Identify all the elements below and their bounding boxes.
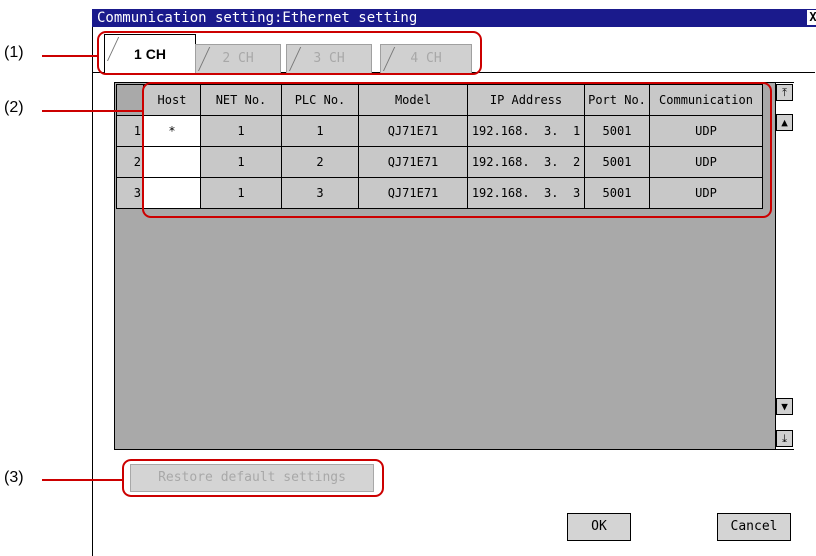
up-arrow-icon[interactable]: ▲	[776, 114, 793, 131]
callout-3-leader	[42, 479, 122, 481]
close-icon[interactable]: X	[807, 10, 816, 25]
callout-2-label: (2)	[4, 99, 24, 116]
cancel-button[interactable]: Cancel	[717, 513, 791, 541]
vertical-scrollbar[interactable]	[775, 83, 795, 449]
window-title: Communication setting:Ethernet setting	[97, 10, 418, 26]
callout-1-label: (1)	[4, 44, 24, 61]
callout-3-label: (3)	[4, 469, 24, 486]
row-number: 1	[116, 115, 144, 147]
row-number: 2	[116, 146, 144, 178]
down-arrow-icon[interactable]: ▼	[776, 398, 793, 415]
callout-2-box	[142, 82, 772, 218]
callout-2-leader	[42, 110, 144, 112]
callout-1-leader	[42, 55, 98, 57]
row-number: 3	[116, 177, 144, 209]
double-up-arrow-icon[interactable]: ⤒	[776, 84, 793, 101]
callout-3-box	[122, 459, 384, 497]
double-down-arrow-icon[interactable]: ⤓	[776, 430, 793, 447]
callout-1-box	[97, 31, 482, 75]
ok-button[interactable]: OK	[567, 513, 631, 541]
